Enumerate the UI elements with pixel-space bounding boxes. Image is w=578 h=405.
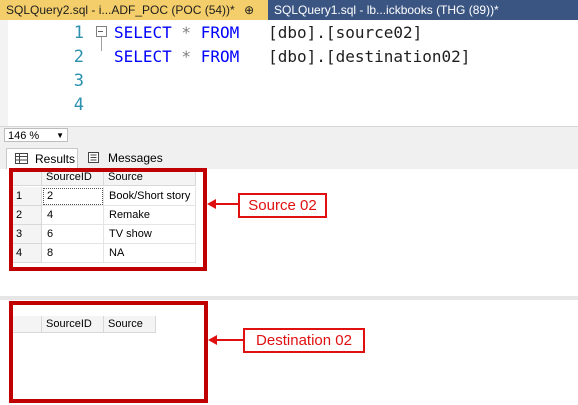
tab-results-label: Results bbox=[35, 152, 76, 166]
keyword-from: FROM bbox=[200, 23, 240, 42]
line-number: 1 bbox=[73, 23, 84, 43]
highlight-box-destination bbox=[9, 301, 208, 403]
tab-results[interactable]: Results bbox=[6, 148, 78, 169]
callout-destination-02: Destination 02 bbox=[243, 328, 365, 353]
code-line-2[interactable]: SELECT * FROM [dbo].[destination02] bbox=[114, 45, 470, 69]
grid-icon bbox=[15, 153, 28, 164]
tab-sqlquery2[interactable]: SQLQuery2.sql - i...ADF_POC (POC (54))* … bbox=[0, 0, 268, 20]
zoom-dropdown[interactable]: 146 % ▼ bbox=[4, 128, 68, 142]
tab-sqlquery1[interactable]: SQLQuery1.sql - lb...ickbooks (THG (89))… bbox=[268, 0, 578, 20]
code-line-1[interactable]: SELECT * FROM [dbo].[source02] bbox=[114, 21, 422, 45]
messages-icon bbox=[88, 152, 99, 163]
collapse-icon-minus bbox=[98, 31, 103, 32]
arrow-line bbox=[214, 203, 240, 205]
tab-label: SQLQuery2.sql - i...ADF_POC (POC (54))* bbox=[6, 3, 235, 17]
table-name: [dbo].[destination02] bbox=[239, 47, 471, 66]
table-name: [dbo].[source02] bbox=[239, 23, 423, 42]
arrow-line bbox=[215, 339, 245, 341]
line-number: 4 bbox=[73, 95, 84, 115]
tab-pin-icon[interactable]: ⊕ bbox=[244, 3, 254, 17]
line-number: 2 bbox=[73, 47, 84, 67]
keyword-from: FROM bbox=[200, 47, 240, 66]
operator-star: * bbox=[171, 47, 201, 66]
keyword-select: SELECT bbox=[114, 23, 172, 42]
keyword-select: SELECT bbox=[114, 47, 172, 66]
chevron-down-icon: ▼ bbox=[56, 131, 64, 140]
fold-guide-line bbox=[101, 37, 102, 51]
zoom-value: 146 % bbox=[8, 130, 40, 142]
line-number: 3 bbox=[73, 71, 84, 91]
highlight-box-source bbox=[9, 168, 207, 271]
document-tab-bar: SQLQuery2.sql - i...ADF_POC (POC (54))* … bbox=[0, 0, 578, 20]
zoom-bar bbox=[0, 126, 578, 144]
callout-source-02: Source 02 bbox=[238, 193, 327, 218]
tab-messages-label: Messages bbox=[108, 151, 163, 165]
tab-label: SQLQuery1.sql - lb...ickbooks (THG (89))… bbox=[274, 3, 499, 17]
operator-star: * bbox=[171, 23, 201, 42]
tab-messages[interactable]: Messages bbox=[80, 148, 163, 169]
editor-gutter bbox=[0, 20, 8, 126]
